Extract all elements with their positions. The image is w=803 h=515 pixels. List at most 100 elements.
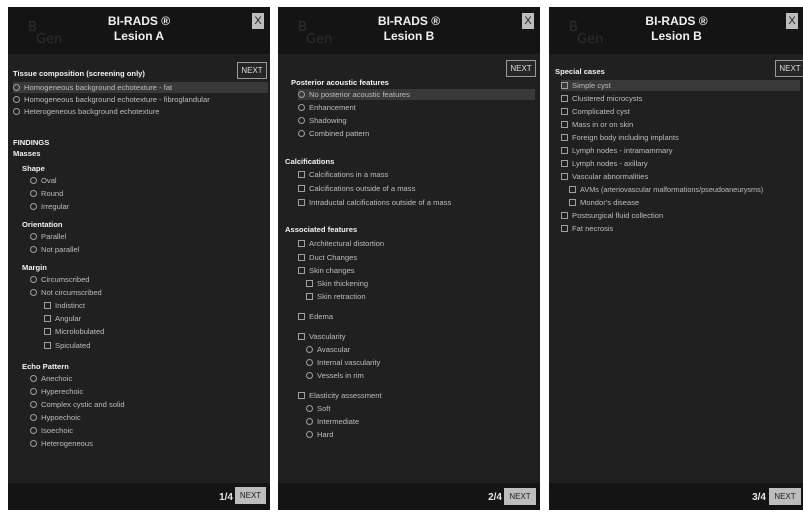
- checkbox-icon: [561, 160, 568, 167]
- next-button-top[interactable]: NEXT: [775, 60, 803, 77]
- radio-icon: [30, 388, 37, 395]
- radio-option[interactable]: Hard: [306, 429, 333, 440]
- checkbox-icon: [561, 173, 568, 180]
- next-button[interactable]: NEXT: [769, 488, 801, 505]
- radio-icon: [30, 233, 37, 240]
- radio-option[interactable]: Heterogeneous: [30, 438, 93, 449]
- checkbox-icon: [298, 185, 305, 192]
- next-button-top[interactable]: NEXT: [506, 60, 536, 77]
- checkbox-option[interactable]: Postsurgical fluid collection: [561, 210, 663, 221]
- checkbox-icon: [298, 199, 305, 206]
- tissue-composition-heading: Tissue composition (screening only): [13, 69, 145, 78]
- checkbox-icon: [44, 342, 51, 349]
- checkbox-option[interactable]: Mondor's disease: [569, 197, 639, 208]
- radio-option[interactable]: Round: [30, 188, 63, 199]
- checkbox-option[interactable]: Clustered microcysts: [561, 93, 642, 104]
- checkbox-option[interactable]: Complicated cyst: [561, 106, 630, 117]
- radio-icon: [306, 359, 313, 366]
- radio-option[interactable]: Hypoechoic: [30, 412, 81, 423]
- radio-option[interactable]: Not circumscribed: [30, 287, 102, 298]
- checkbox-option[interactable]: Foreign body including implants: [561, 132, 679, 143]
- radio-option[interactable]: Internal vascularity: [306, 357, 380, 368]
- checkbox-option[interactable]: Vascular abnormalities: [561, 171, 648, 182]
- checkbox-option[interactable]: Lymph nodes - axillary: [561, 158, 648, 169]
- checkbox-option[interactable]: Lymph nodes - intramammary: [561, 145, 673, 156]
- radio-option[interactable]: Oval: [30, 175, 57, 186]
- radio-option[interactable]: Soft: [306, 403, 331, 414]
- checkbox-icon: [44, 328, 51, 335]
- checkbox-option[interactable]: Simple cyst: [561, 80, 800, 91]
- checkbox-option[interactable]: Spiculated: [44, 340, 90, 351]
- checkbox-option[interactable]: Architectural distortion: [298, 238, 384, 249]
- checkbox-icon: [569, 186, 576, 193]
- app-title: BI-RADS ®: [377, 14, 441, 28]
- radio-option[interactable]: Parallel: [30, 231, 66, 242]
- radio-icon: [306, 431, 313, 438]
- radio-icon: [30, 289, 37, 296]
- panel-footer: 3/4 NEXT: [549, 483, 803, 510]
- checkbox-option[interactable]: Elasticity assessment: [298, 390, 382, 401]
- checkbox-icon: [298, 240, 305, 247]
- radio-icon: [30, 203, 37, 210]
- next-button-top[interactable]: NEXT: [237, 62, 267, 79]
- panel-title: BI-RADS ® Lesion A: [8, 14, 270, 44]
- checkbox-icon: [306, 280, 313, 287]
- next-button[interactable]: NEXT: [235, 487, 266, 504]
- checkbox-option[interactable]: Calcifications in a mass: [298, 169, 388, 180]
- panel-title: BI-RADS ® Lesion B: [549, 14, 803, 44]
- checkbox-icon: [561, 212, 568, 219]
- close-button[interactable]: X: [252, 13, 264, 29]
- checkbox-option[interactable]: Edema: [298, 311, 333, 322]
- radio-option[interactable]: Anechoic: [30, 373, 72, 384]
- checkbox-icon: [298, 267, 305, 274]
- radio-icon: [306, 346, 313, 353]
- radio-option[interactable]: Irregular: [30, 201, 69, 212]
- radio-option[interactable]: Vessels in rim: [306, 370, 364, 381]
- radio-icon: [306, 405, 313, 412]
- radio-option[interactable]: Enhancement: [298, 102, 356, 113]
- checkbox-option[interactable]: Mass in or on skin: [561, 119, 633, 130]
- orientation-heading: Orientation: [22, 220, 63, 229]
- radio-option[interactable]: Intermediate: [306, 416, 359, 427]
- radio-option[interactable]: Circumscribed: [30, 274, 90, 285]
- radio-option[interactable]: Isoechoic: [30, 425, 73, 436]
- radio-icon: [298, 117, 305, 124]
- checkbox-option[interactable]: Calcifications outside of a mass: [298, 183, 415, 194]
- radio-option[interactable]: Avascular: [306, 344, 350, 355]
- checkbox-icon: [44, 315, 51, 322]
- radio-option[interactable]: Shadowing: [298, 115, 347, 126]
- next-button[interactable]: NEXT: [504, 488, 536, 505]
- close-button[interactable]: X: [522, 13, 534, 29]
- checkbox-option[interactable]: Skin retraction: [306, 291, 366, 302]
- radio-option[interactable]: Combined pattern: [298, 128, 369, 139]
- checkbox-option[interactable]: Indistinct: [44, 300, 85, 311]
- checkbox-option[interactable]: Duct Changes: [298, 252, 357, 263]
- checkbox-option[interactable]: Intraductal calcifications outside of a …: [298, 197, 451, 208]
- radio-icon: [13, 96, 20, 103]
- radio-option[interactable]: Not parallel: [30, 244, 79, 255]
- checkbox-option[interactable]: Fat necrosis: [561, 223, 613, 234]
- close-button[interactable]: X: [786, 13, 798, 29]
- radio-icon: [30, 401, 37, 408]
- radio-option[interactable]: Complex cystic and solid: [30, 399, 125, 410]
- checkbox-icon: [561, 95, 568, 102]
- radio-option[interactable]: Homogeneous background echotexture - fib…: [13, 94, 210, 105]
- radio-option[interactable]: Hyperechoic: [30, 386, 83, 397]
- checkbox-option[interactable]: Vascularity: [298, 331, 346, 342]
- checkbox-icon: [569, 199, 576, 206]
- app-title: BI-RADS ®: [645, 14, 708, 28]
- checkbox-option[interactable]: Skin changes: [298, 265, 355, 276]
- radio-option[interactable]: Homogeneous background echotexture - fat: [13, 82, 268, 93]
- lesion-title: Lesion A: [113, 29, 165, 43]
- radio-option[interactable]: No posterior acoustic features: [298, 89, 535, 100]
- panel-footer: 2/4 NEXT: [278, 483, 540, 510]
- checkbox-option[interactable]: AVMs (arteriovascular malformations/pseu…: [569, 184, 763, 195]
- radio-option[interactable]: Heterogeneous background echotexture: [13, 106, 160, 117]
- checkbox-option[interactable]: Angular: [44, 313, 81, 324]
- checkbox-option[interactable]: Microlobulated: [44, 326, 104, 337]
- lesion-title: Lesion B: [383, 29, 435, 43]
- panel-header: B Gen BI-RADS ® Lesion B X: [549, 7, 803, 54]
- page-indicator: 2/4: [488, 492, 502, 503]
- checkbox-option[interactable]: Skin thickening: [306, 278, 368, 289]
- panel-footer: 1/4 NEXT: [8, 483, 270, 510]
